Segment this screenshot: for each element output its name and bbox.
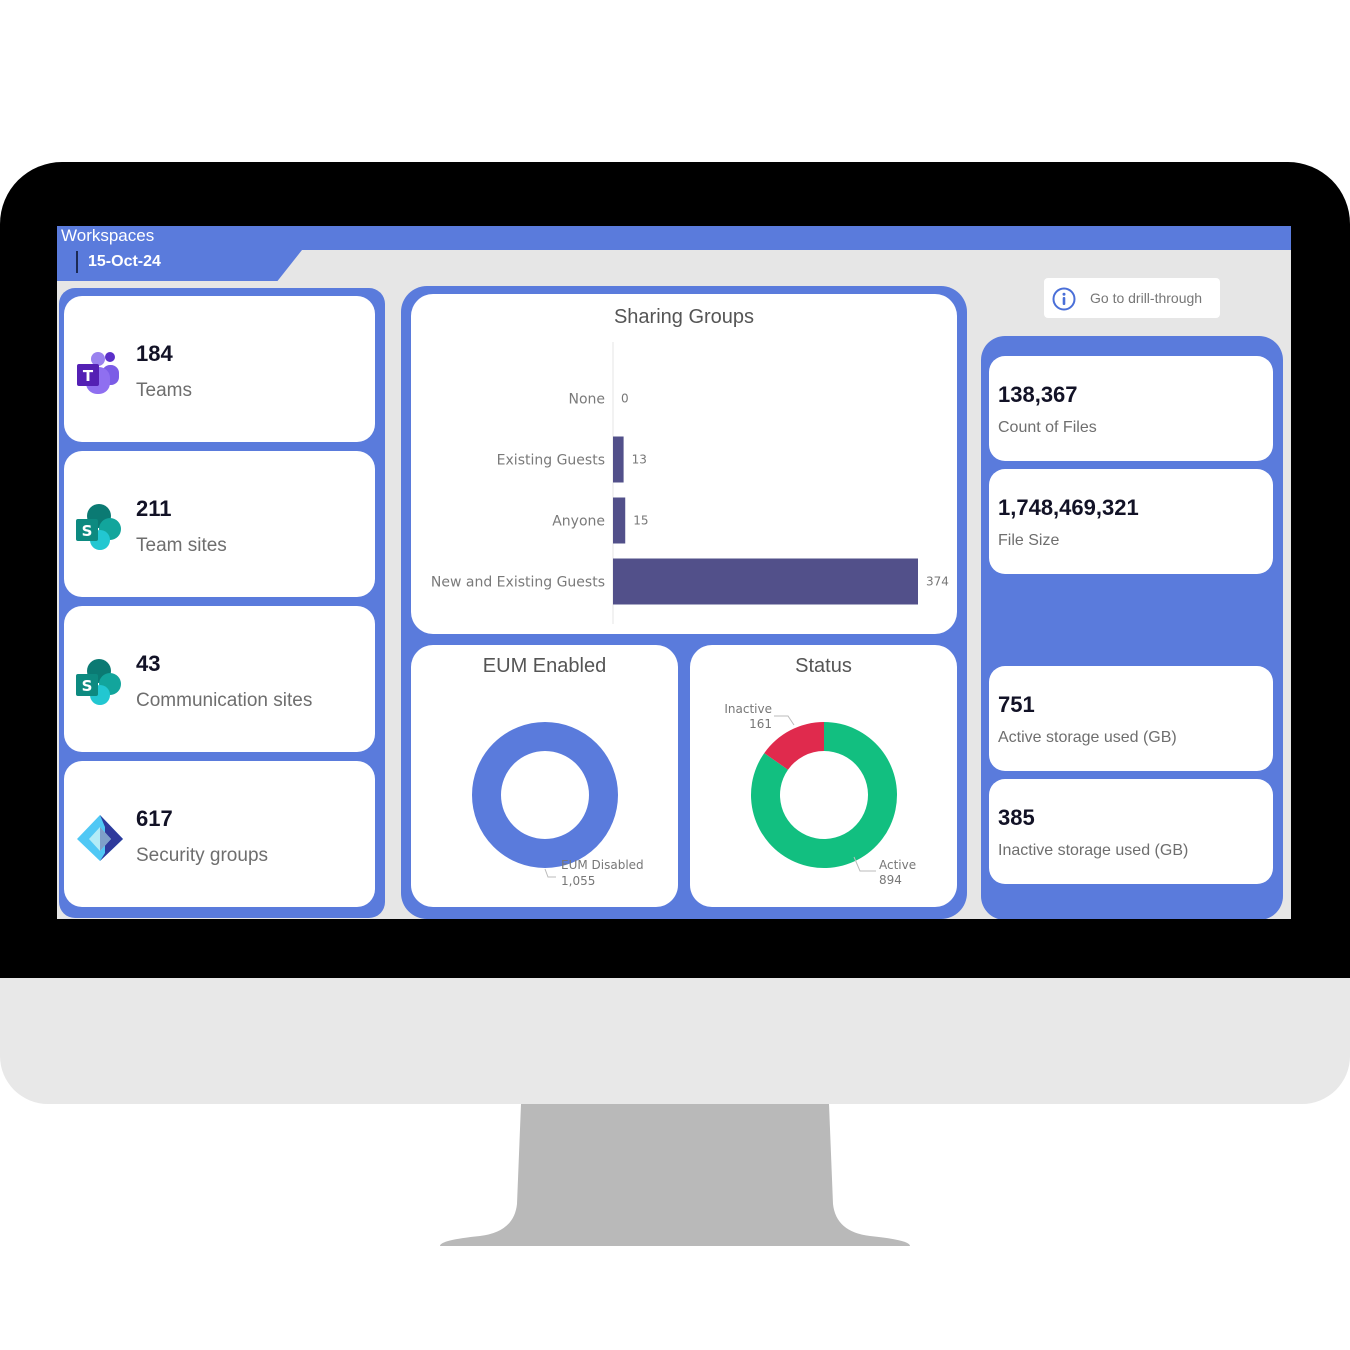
kpi-card-inactive-storage[interactable]: 385 Inactive storage used (GB) bbox=[989, 779, 1273, 884]
svg-text:T: T bbox=[83, 367, 94, 385]
report-screen: Workspaces 15-Oct-24 T 184 Teams S 211 T… bbox=[57, 226, 1291, 919]
bar bbox=[613, 436, 624, 483]
leader-line bbox=[774, 715, 795, 726]
kpi-card-active-storage[interactable]: 751 Active storage used (GB) bbox=[989, 666, 1273, 771]
page-title: Workspaces bbox=[61, 226, 155, 245]
status-card: Status Active 894 Inactive 161 bbox=[690, 645, 957, 907]
drill-through-button[interactable]: Go to drill-through bbox=[1044, 278, 1220, 318]
bar-data-label: 15 bbox=[633, 514, 648, 528]
donut-slice-eum-disabled bbox=[472, 722, 618, 868]
kpi-label: Inactive storage used (GB) bbox=[998, 842, 1189, 859]
charts-panel: Sharing Groups None 0 Existing Guests 13 Any… bbox=[401, 286, 967, 919]
bar bbox=[613, 558, 918, 605]
bar-category-label: Existing Guests bbox=[497, 453, 605, 469]
kpi-label: Active storage used (GB) bbox=[998, 729, 1177, 746]
kpi-card-communication-sites[interactable]: S 43 Communication sites bbox=[64, 606, 375, 752]
kpi-value: 617 bbox=[136, 806, 173, 831]
bar-data-label: 0 bbox=[621, 392, 629, 406]
bar-category-label: Anyone bbox=[552, 514, 605, 530]
entra-id-icon bbox=[77, 815, 123, 861]
kpi-label: Count of Files bbox=[998, 419, 1097, 436]
info-icon bbox=[1052, 287, 1076, 311]
bar-category-label: New and Existing Guests bbox=[431, 575, 605, 591]
kpi-label: File Size bbox=[998, 532, 1060, 549]
sharepoint-icon: S bbox=[76, 504, 121, 550]
bar-data-label: 13 bbox=[632, 453, 647, 467]
sharing-groups-card: Sharing Groups None 0 Existing Guests 13 Any… bbox=[411, 294, 957, 634]
bar-data-label: 374 bbox=[926, 575, 949, 589]
kpi-card-security-groups[interactable]: 617 Security groups bbox=[64, 761, 375, 907]
teams-icon: T bbox=[77, 352, 119, 394]
kpi-value: 385 bbox=[998, 805, 1035, 830]
kpi-card-teams[interactable]: T 184 Teams bbox=[64, 296, 375, 442]
leader-line bbox=[544, 868, 556, 878]
monitor-chin bbox=[0, 978, 1350, 1104]
bar bbox=[613, 497, 626, 544]
monitor-frame: Workspaces 15-Oct-24 T 184 Teams S 211 T… bbox=[0, 0, 1350, 1350]
kpi-value: 211 bbox=[136, 496, 172, 521]
report-date: 15-Oct-24 bbox=[88, 253, 161, 270]
kpi-label: Teams bbox=[136, 380, 192, 401]
svg-text:S: S bbox=[82, 522, 93, 540]
status-donut-chart: Active894 Inactive161 bbox=[724, 702, 916, 887]
drill-through-label: Go to drill-through bbox=[1090, 290, 1203, 306]
monitor-stand bbox=[440, 1104, 910, 1246]
kpi-value: 43 bbox=[136, 651, 161, 676]
bar-category-label: None bbox=[568, 392, 605, 408]
date-divider bbox=[76, 251, 78, 273]
header-band bbox=[57, 226, 1291, 250]
kpi-label: Communication sites bbox=[136, 690, 313, 711]
kpi-value: 184 bbox=[136, 341, 173, 366]
donut-label: Active bbox=[879, 858, 916, 872]
files-kpi-panel: 138,367 Count of Files 1,748,469,321 Fil… bbox=[981, 336, 1283, 919]
donut-label: EUM Disabled bbox=[561, 858, 644, 872]
kpi-label: Team sites bbox=[136, 535, 227, 556]
donut-value: 1,055 bbox=[561, 874, 595, 888]
kpi-card-team-sites[interactable]: S 211 Team sites bbox=[64, 451, 375, 597]
kpi-card-count-of-files[interactable]: 138,367 Count of Files bbox=[989, 356, 1273, 461]
sharepoint-icon: S bbox=[76, 659, 121, 705]
kpi-value: 138,367 bbox=[998, 382, 1078, 407]
eum-donut-chart: EUM Disabled 1,055 bbox=[472, 722, 644, 888]
kpi-value: 751 bbox=[998, 692, 1035, 717]
sharing-groups-chart: None 0 Existing Guests 13 Anyone 15 New and Ex… bbox=[431, 342, 949, 624]
svg-text:S: S bbox=[82, 677, 93, 695]
kpi-card-file-size[interactable]: 1,748,469,321 File Size bbox=[989, 469, 1273, 574]
donut-label: Inactive bbox=[724, 702, 772, 716]
donut-value: 161 bbox=[749, 717, 772, 731]
workspace-kpi-panel: T 184 Teams S 211 Team sites S 43 Commun… bbox=[59, 288, 385, 918]
kpi-label: Security groups bbox=[136, 845, 269, 866]
eum-enabled-card: EUM Enabled EUM Disabled 1,055 bbox=[411, 645, 678, 907]
kpi-value: 1,748,469,321 bbox=[998, 495, 1139, 520]
donut-value: 894 bbox=[879, 873, 902, 887]
